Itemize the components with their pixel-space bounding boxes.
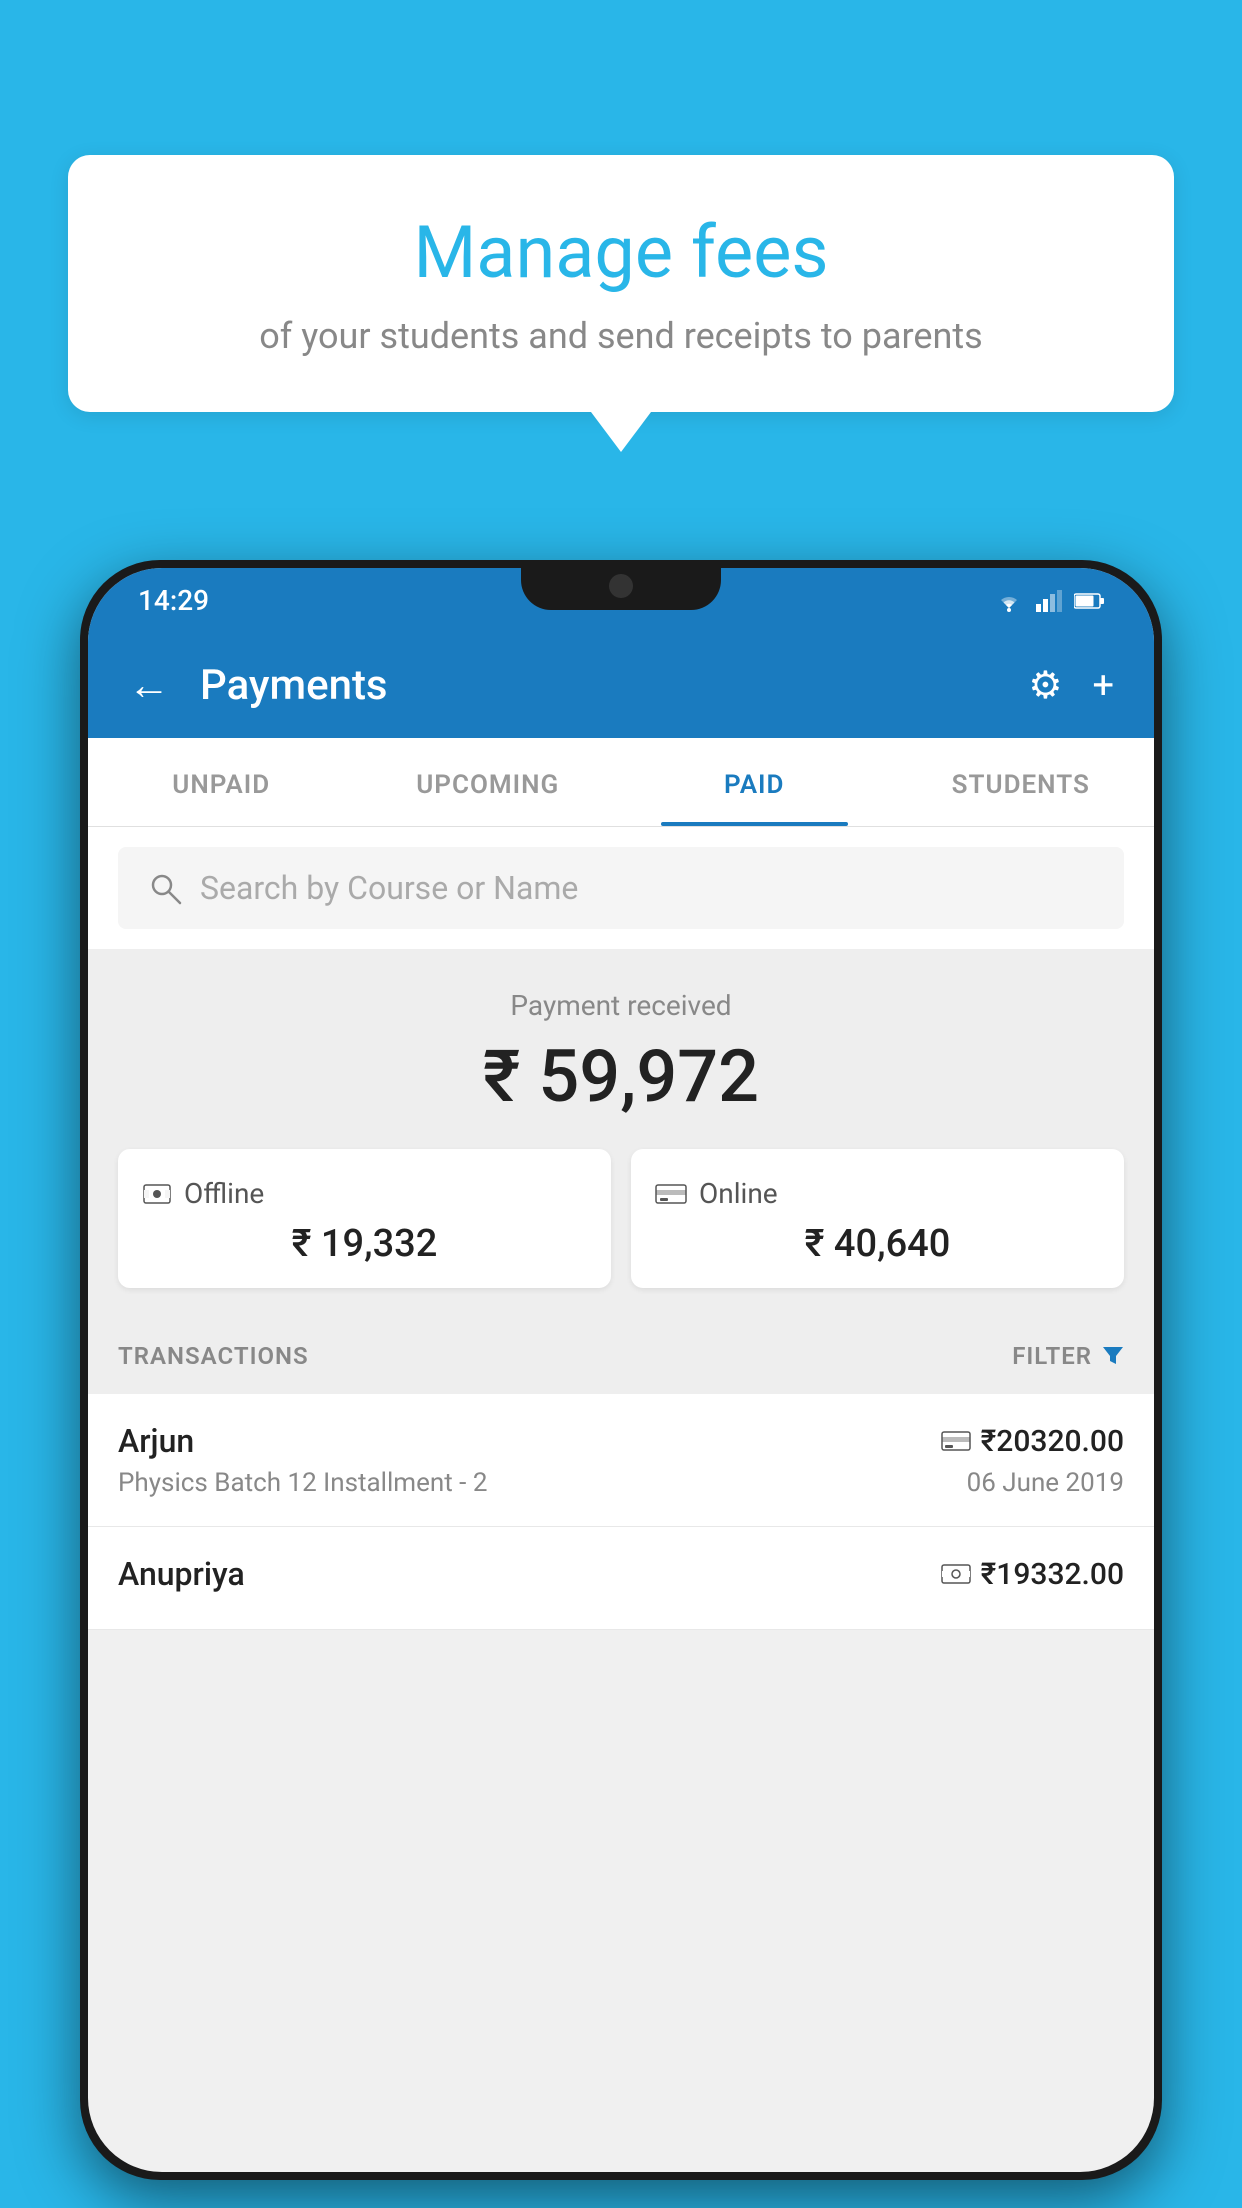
bubble-subtitle: of your students and send receipts to pa… [128,315,1114,357]
card-payment-icon-arjun [941,1430,971,1452]
transaction-amount-section-anupriya: ₹19332.00 [941,1557,1124,1592]
tab-paid[interactable]: PAID [621,738,888,826]
transaction-row-anupriya[interactable]: Anupriya ₹19332.00 [88,1527,1154,1630]
phone-notch [521,560,721,610]
online-amount: ₹ 40,640 [655,1222,1100,1266]
transaction-top-arjun: Arjun ₹20320.00 [118,1422,1124,1460]
speech-bubble-container: Manage fees of your students and send re… [68,155,1174,452]
app-bar: ← Payments ⚙ + [88,633,1154,738]
transaction-bottom-arjun: Physics Batch 12 Installment - 2 06 June… [118,1468,1124,1498]
transaction-name-anupriya: Anupriya [118,1555,245,1593]
transaction-amount-anupriya: ₹19332.00 [981,1557,1124,1592]
online-icon [655,1182,687,1206]
transaction-top-anupriya: Anupriya ₹19332.00 [118,1555,1124,1593]
back-button[interactable]: ← [128,661,170,710]
offline-card-header: Offline [142,1177,587,1210]
settings-button[interactable]: ⚙ [1028,663,1062,708]
add-button[interactable]: + [1092,664,1114,708]
filter-section[interactable]: FILTER [1012,1342,1124,1370]
battery-icon [1074,592,1104,610]
transactions-header: TRANSACTIONS FILTER [88,1318,1154,1394]
payment-received-label: Payment received [118,989,1124,1022]
transactions-label: TRANSACTIONS [118,1342,309,1370]
tab-upcoming[interactable]: UPCOMING [355,738,622,826]
bubble-title: Manage fees [128,210,1114,295]
tab-students[interactable]: STUDENTS [888,738,1155,826]
offline-icon [142,1181,172,1207]
tab-unpaid[interactable]: UNPAID [88,738,355,826]
transaction-name-arjun: Arjun [118,1422,194,1460]
offline-type-label: Offline [184,1177,264,1210]
payment-received-section: Payment received ₹ 59,972 [88,949,1154,1318]
transaction-amount-arjun: ₹20320.00 [981,1424,1124,1459]
search-bar[interactable]: Search by Course or Name [118,847,1124,929]
status-time: 14:29 [138,584,209,617]
online-type-label: Online [699,1177,778,1210]
front-camera [609,574,633,598]
transaction-row-arjun[interactable]: Arjun ₹20320.00 Physics Batch 12 Install… [88,1394,1154,1527]
search-input[interactable]: Search by Course or Name [200,869,578,907]
search-icon [148,871,182,905]
bubble-arrow [591,412,651,452]
app-bar-title: Payments [200,661,998,710]
wifi-icon [994,590,1024,612]
phone-wrapper: 14:29 [80,560,1162,2208]
phone-frame: 14:29 [80,560,1162,2180]
filter-label: FILTER [1012,1342,1092,1370]
status-icons [994,590,1104,612]
app-bar-icons: ⚙ + [1028,663,1114,708]
payment-total-amount: ₹ 59,972 [118,1034,1124,1119]
search-container: Search by Course or Name [88,827,1154,949]
offline-payment-card: Offline ₹ 19,332 [118,1149,611,1288]
phone-screen: 14:29 [88,568,1154,2172]
signal-icon [1036,590,1062,612]
transaction-course-arjun: Physics Batch 12 Installment - 2 [118,1468,487,1498]
payment-cards: Offline ₹ 19,332 O [118,1149,1124,1288]
offline-amount: ₹ 19,332 [142,1222,587,1266]
transaction-date-arjun: 06 June 2019 [967,1468,1124,1498]
filter-icon [1102,1345,1124,1367]
tabs-container: UNPAID UPCOMING PAID STUDENTS [88,738,1154,827]
online-payment-card: Online ₹ 40,640 [631,1149,1124,1288]
transaction-amount-section-arjun: ₹20320.00 [941,1424,1124,1459]
cash-payment-icon-anupriya [941,1563,971,1585]
online-card-header: Online [655,1177,1100,1210]
speech-bubble: Manage fees of your students and send re… [68,155,1174,412]
